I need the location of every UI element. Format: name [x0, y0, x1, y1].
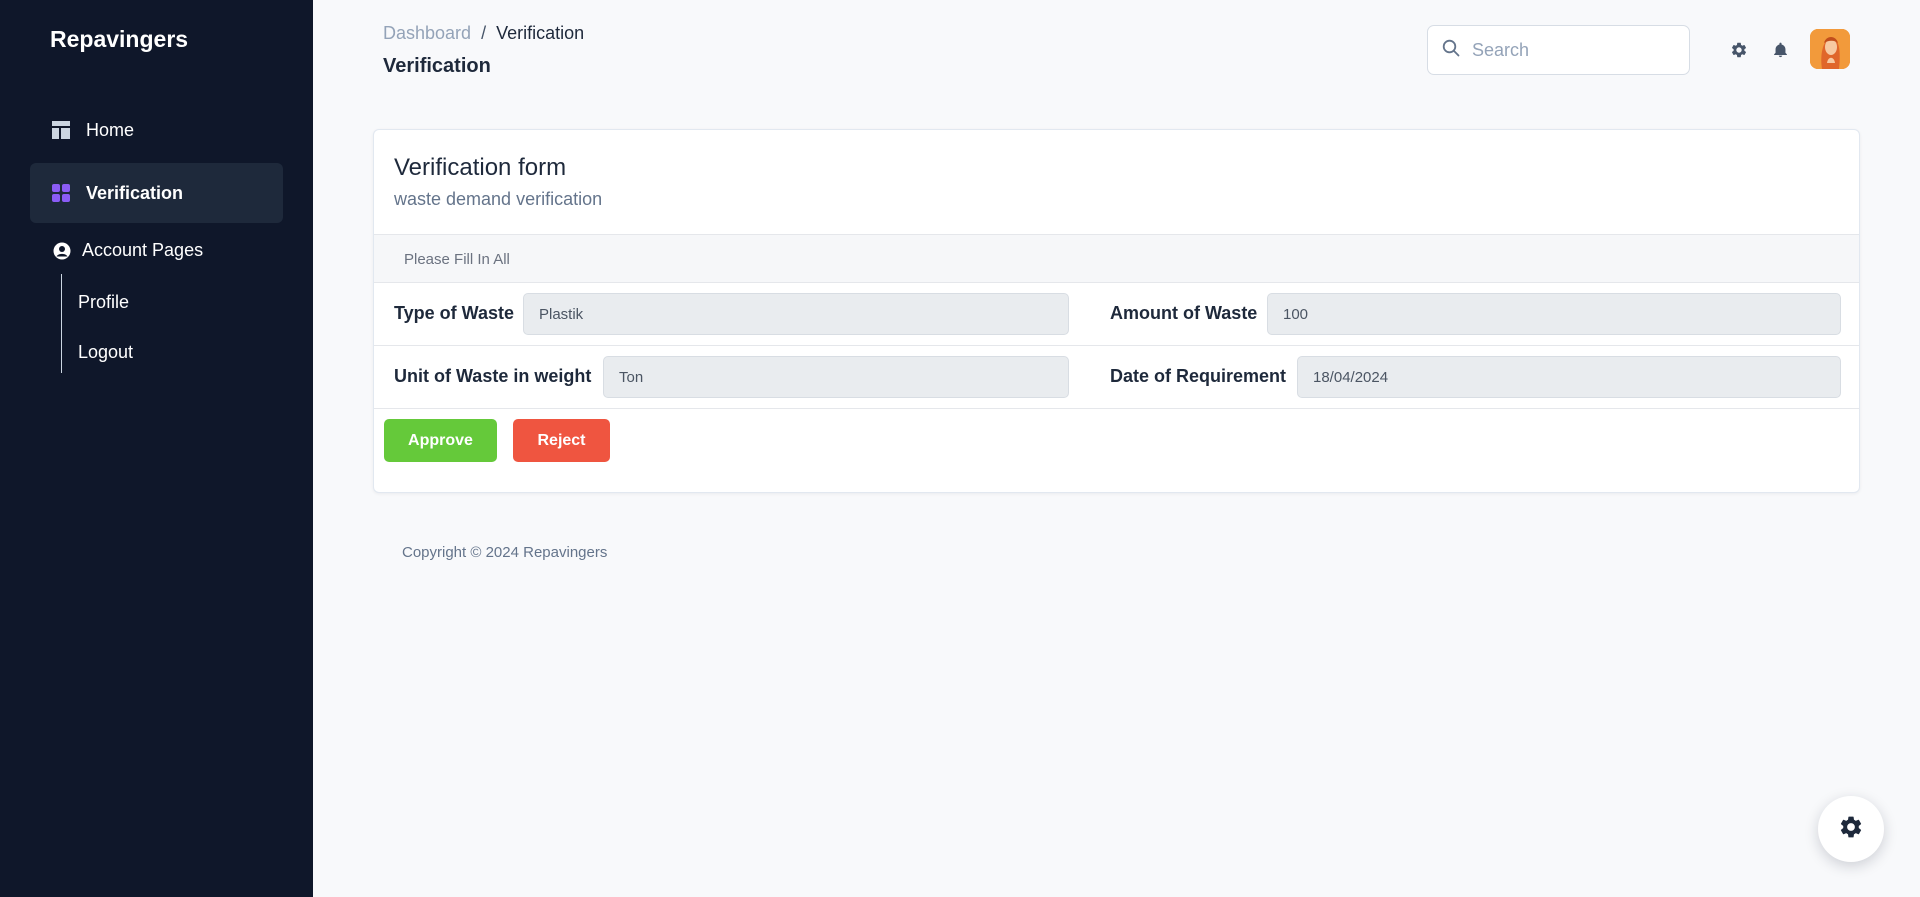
settings-fab[interactable] [1818, 796, 1884, 862]
verification-form-card: Verification form waste demand verificat… [373, 129, 1860, 493]
reject-button[interactable]: Reject [513, 419, 610, 462]
brand-logo[interactable]: Repavingers [50, 26, 188, 53]
amount-of-waste-label: Amount of Waste [1110, 303, 1258, 323]
type-of-waste-label: Type of Waste [394, 303, 515, 323]
sidebar-item-logout[interactable]: Logout [78, 342, 133, 363]
card-subtitle: waste demand verification [394, 189, 603, 209]
sidebar-item-home[interactable]: Home [30, 100, 283, 160]
sidebar-item-account-pages[interactable]: Account Pages [53, 240, 203, 261]
unit-of-waste-field[interactable] [603, 356, 1069, 398]
breadcrumb: Dashboard / Verification [383, 23, 584, 44]
account-subnav: Profile Logout [61, 274, 133, 373]
date-of-requirement-field[interactable] [1297, 356, 1841, 398]
sidebar: Repavingers Home Verification Account Pa… [0, 0, 313, 897]
grid-icon [50, 182, 72, 204]
notification-bell-icon[interactable] [1770, 40, 1790, 60]
dashboard-icon [50, 119, 72, 141]
form-notice-bar: Please Fill In All [374, 234, 1859, 283]
search-input[interactable] [1472, 39, 1672, 61]
card-title: Verification form [394, 154, 567, 181]
type-of-waste-field[interactable] [523, 293, 1069, 335]
gear-icon [1838, 814, 1864, 845]
unit-of-waste-label: Unit of Waste in weight [394, 366, 592, 386]
search-icon [1442, 39, 1460, 62]
form-row: Unit of Waste in weight Date of Requirem… [374, 346, 1859, 409]
sidebar-item-profile[interactable]: Profile [78, 292, 129, 313]
form-row: Type of Waste Amount of Waste [374, 283, 1859, 346]
date-of-requirement-label: Date of Requirement [1110, 366, 1287, 386]
footer-copyright: Copyright © 2024 Repavingers [402, 544, 608, 561]
sidebar-item-label: Account Pages [82, 240, 204, 260]
sidebar-item-label: Verification [86, 182, 184, 203]
breadcrumb-separator: / [481, 23, 487, 43]
settings-gear-icon[interactable] [1729, 40, 1749, 60]
page-title: Verification [383, 55, 491, 77]
amount-of-waste-field[interactable] [1267, 293, 1841, 335]
breadcrumb-dashboard[interactable]: Dashboard [383, 23, 471, 44]
breadcrumb-current: Verification [496, 23, 585, 43]
form-notice-text: Please Fill In All [404, 251, 510, 268]
search-box[interactable] [1427, 25, 1690, 75]
sidebar-item-verification[interactable]: Verification [30, 163, 283, 223]
sidebar-item-label: Home [86, 119, 135, 140]
user-circle-icon [53, 242, 71, 260]
approve-button[interactable]: Approve [384, 419, 497, 462]
avatar[interactable] [1810, 29, 1850, 69]
